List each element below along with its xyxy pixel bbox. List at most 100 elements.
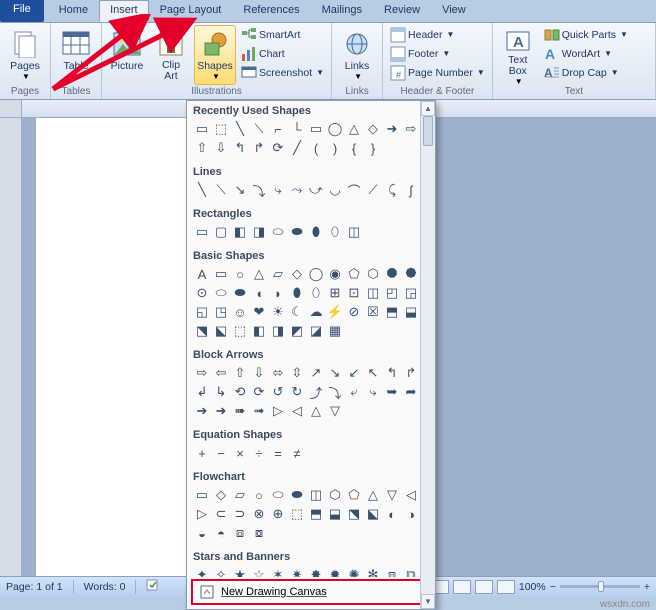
- shape-item[interactable]: ↳: [212, 383, 230, 401]
- shape-item[interactable]: ⇨: [193, 364, 211, 382]
- table-button[interactable]: Table ▼: [55, 25, 97, 85]
- shape-item[interactable]: ʃ: [402, 181, 420, 199]
- shape-item[interactable]: △: [307, 402, 325, 420]
- pagenumber-button[interactable]: #Page Number▼: [387, 63, 488, 82]
- shape-item[interactable]: ⬡: [326, 486, 344, 504]
- shape-item[interactable]: ◲: [402, 284, 420, 302]
- shape-item[interactable]: ◐: [383, 505, 401, 523]
- shape-item[interactable]: −: [212, 444, 230, 462]
- links-button[interactable]: Links ▼: [336, 25, 378, 85]
- shape-item[interactable]: ✺: [345, 566, 363, 577]
- shape-item[interactable]: ▭: [193, 223, 211, 241]
- shape-item[interactable]: ⟍: [250, 120, 268, 138]
- shape-item[interactable]: ⟍: [212, 181, 230, 199]
- shape-item[interactable]: ⟳: [250, 383, 268, 401]
- shape-item[interactable]: ◪: [307, 322, 325, 340]
- shape-item[interactable]: ✶: [269, 566, 287, 577]
- shape-item[interactable]: ◡: [326, 181, 344, 199]
- shape-item[interactable]: ╱: [288, 139, 306, 157]
- proofing-icon[interactable]: [146, 578, 160, 595]
- shape-item[interactable]: ↺: [269, 383, 287, 401]
- shape-item[interactable]: ↲: [193, 383, 211, 401]
- shape-item[interactable]: ▱: [269, 265, 287, 283]
- shape-item[interactable]: ⤷: [269, 181, 287, 199]
- textbox-button[interactable]: A Text Box ▼: [497, 25, 539, 85]
- shape-item[interactable]: ⬮: [288, 284, 306, 302]
- screenshot-button[interactable]: Screenshot▼: [238, 63, 327, 82]
- shape-item[interactable]: ⇧: [193, 139, 211, 157]
- pages-button[interactable]: Pages ▼: [4, 25, 46, 85]
- view-draft[interactable]: [497, 580, 515, 594]
- shape-item[interactable]: ◁: [402, 486, 420, 504]
- shape-item[interactable]: ⟲: [231, 383, 249, 401]
- shape-item[interactable]: ×: [231, 444, 249, 462]
- shape-item[interactable]: ○: [250, 486, 268, 504]
- shape-item[interactable]: ◳: [212, 303, 230, 321]
- shape-item[interactable]: ⤶: [345, 383, 363, 401]
- shape-item[interactable]: ◗: [269, 284, 287, 302]
- shape-item[interactable]: +: [193, 444, 211, 462]
- shape-item[interactable]: ☺: [231, 303, 249, 321]
- tab-insert[interactable]: Insert: [99, 0, 149, 22]
- shape-item[interactable]: ⊗: [250, 505, 268, 523]
- picture-button[interactable]: Picture: [106, 25, 148, 85]
- zoom-out-button[interactable]: −: [550, 581, 556, 593]
- shape-item[interactable]: ⇳: [288, 364, 306, 382]
- shape-item[interactable]: ❤: [250, 303, 268, 321]
- shape-item[interactable]: △: [364, 486, 382, 504]
- shape-item[interactable]: ◫: [345, 223, 363, 241]
- shape-item[interactable]: ☆: [250, 566, 268, 577]
- shape-item[interactable]: ⬓: [326, 505, 344, 523]
- shape-item[interactable]: ➜: [383, 120, 401, 138]
- shape-item[interactable]: ⬔: [345, 505, 363, 523]
- shape-item[interactable]: ⬬: [288, 486, 306, 504]
- tab-references[interactable]: References: [232, 0, 310, 22]
- shape-item[interactable]: ⤹: [383, 181, 401, 199]
- shape-item[interactable]: ◯: [307, 265, 325, 283]
- shape-item[interactable]: =: [269, 444, 287, 462]
- shape-item[interactable]: ⚡: [326, 303, 344, 321]
- shape-item[interactable]: ↗: [307, 364, 325, 382]
- shape-item[interactable]: }: [364, 139, 382, 157]
- shape-item[interactable]: ⌐: [269, 120, 287, 138]
- scroll-up-icon[interactable]: ▲: [421, 101, 435, 116]
- shape-item[interactable]: (: [307, 139, 325, 157]
- shape-item[interactable]: ◁: [288, 402, 306, 420]
- shape-item[interactable]: ⬔: [193, 322, 211, 340]
- shape-item[interactable]: ○: [231, 265, 249, 283]
- shape-item[interactable]: ⊘: [345, 303, 363, 321]
- shape-item[interactable]: ⇧: [231, 364, 249, 382]
- shape-item[interactable]: ▭: [212, 265, 230, 283]
- shape-item[interactable]: ➦: [402, 383, 420, 401]
- view-web[interactable]: [453, 580, 471, 594]
- shape-item[interactable]: ✧: [212, 566, 230, 577]
- shape-item[interactable]: ⬬: [288, 223, 306, 241]
- shape-item[interactable]: ⬭: [269, 223, 287, 241]
- shape-item[interactable]: ⯃: [383, 265, 401, 283]
- tab-home[interactable]: Home: [48, 0, 99, 22]
- shape-item[interactable]: ⇦: [212, 364, 230, 382]
- shape-item[interactable]: ▷: [269, 402, 287, 420]
- shape-item[interactable]: ▷: [193, 505, 211, 523]
- shape-item[interactable]: ⬓: [402, 303, 420, 321]
- shape-item[interactable]: ⬒: [307, 505, 325, 523]
- shape-item[interactable]: ➔: [193, 402, 211, 420]
- shape-item[interactable]: ✸: [307, 566, 325, 577]
- tab-page-layout[interactable]: Page Layout: [149, 0, 233, 22]
- dropcap-button[interactable]: ADrop Cap▼: [541, 63, 631, 82]
- shape-item[interactable]: ⬠: [345, 265, 363, 283]
- shape-item[interactable]: └: [288, 120, 306, 138]
- shape-item[interactable]: ⇩: [212, 139, 230, 157]
- shape-item[interactable]: △: [250, 265, 268, 283]
- shape-item[interactable]: ⊙: [193, 284, 211, 302]
- shape-item[interactable]: ◑: [402, 505, 420, 523]
- tab-view[interactable]: View: [431, 0, 477, 22]
- shape-item[interactable]: ⬕: [364, 505, 382, 523]
- shape-item[interactable]: ➜: [212, 402, 230, 420]
- dropdown-scrollbar[interactable]: ▲ ▼: [420, 101, 435, 577]
- shape-item[interactable]: ◫: [364, 284, 382, 302]
- shape-item[interactable]: ↻: [288, 383, 306, 401]
- smartart-button[interactable]: SmartArt: [238, 25, 327, 44]
- shape-item[interactable]: {: [345, 139, 363, 157]
- shape-item[interactable]: ⊂: [212, 505, 230, 523]
